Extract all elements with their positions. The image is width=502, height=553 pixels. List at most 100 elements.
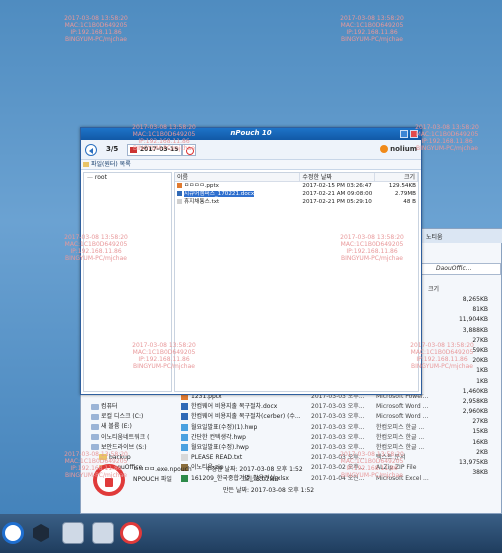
file-date: 2017-02-21 AM 09:08:00 bbox=[302, 191, 373, 197]
file-type: Microsoft Word ... bbox=[376, 413, 429, 421]
file-type: Microsoft Word ... bbox=[376, 403, 429, 411]
tree-label: backup bbox=[109, 453, 131, 461]
file-details-pane: ㅁㅁㅁㅁ.exe.npouch 수정한 날짜: 2017-03-08 오후 1:… bbox=[91, 462, 391, 512]
watermark: 2017-03-08 13:58:20 MAC:1C1B0D649205 IP:19… bbox=[41, 15, 151, 43]
file-row[interactable]: 월요일발표(수정).hwp 2017-03-03 오후... 한컴오피스 한글 ..… bbox=[181, 443, 501, 453]
txt-file-icon bbox=[181, 454, 188, 462]
size-cell: 27KB bbox=[472, 336, 488, 344]
file-row[interactable]: 간단한 컨텍생각.hwp 2017-03-03 오후... 한컴오피스 한글 ... bbox=[181, 433, 501, 443]
folder-path: 파일(원터) 목록 bbox=[81, 160, 421, 170]
file-row[interactable]: 휴지채통스.txt 2017-02-21 PM 05:29:10 48 B bbox=[175, 198, 418, 206]
file-row[interactable]: 한컴웨어 비용지출 복구절차.docx 2017-03-03 오후... Micro… bbox=[181, 402, 501, 412]
file-name: 한컴웨어 비용지출 복구절차(cerber) (수... bbox=[191, 413, 301, 421]
size-column-header[interactable]: 크기 bbox=[428, 284, 468, 293]
wm-host: BINGYUM-PC/mjchae bbox=[65, 36, 127, 43]
expiry-date-button[interactable]: 2017-03-15 bbox=[127, 144, 183, 156]
page-indicator: 3/5 bbox=[106, 145, 119, 153]
file-date: 2017-02-21 PM 05:29:10 bbox=[302, 199, 372, 205]
file-size: 2.79MB bbox=[394, 191, 416, 197]
window-title: nPouch 10 bbox=[230, 129, 272, 137]
tree-node-root[interactable]: root bbox=[84, 173, 171, 182]
wm-mac: MAC:1C1B0D649205 bbox=[340, 22, 404, 29]
file-name: PLEASE READ.txt bbox=[191, 454, 243, 462]
detail-modified: 수정한 날짜: 2017-03-08 오후 1:52 bbox=[206, 466, 303, 473]
app-cube-icon[interactable] bbox=[30, 522, 52, 544]
docx-file-icon bbox=[181, 403, 188, 411]
tree-label: 새 볼륨 (E:) bbox=[101, 423, 132, 431]
file-list-header: 이름 수정한 날짜 크기 bbox=[175, 173, 418, 182]
file-row[interactable]: 월요일발표(수정)(1).hwp 2017-03-03 오후... 한컴오피스 한글… bbox=[181, 423, 501, 433]
npouch-folder-tree: root bbox=[83, 172, 172, 392]
file-row-selected[interactable]: 시큐어캠퍼스_170221.docx 2017-02-21 AM 09:08:0… bbox=[175, 190, 418, 198]
taskbar bbox=[0, 514, 502, 553]
drive-icon bbox=[91, 413, 99, 420]
file-name: ㅁㅁㅁㅁ.pptx bbox=[184, 183, 219, 189]
docx-file-icon bbox=[181, 413, 188, 421]
watermark: 2017-03-08 13:58:20 MAC:1C1B0D649205 IP:19… bbox=[317, 15, 427, 43]
size-cell: 59KB bbox=[472, 346, 488, 354]
npouch-file-list: 이름 수정한 날짜 크기 ㅁㅁㅁㅁ.pptx 2017-02-15 PM 03:… bbox=[174, 172, 419, 392]
tree-label: 로컬 디스크 (C:) bbox=[101, 413, 144, 421]
wm-mac: MAC:1C1B0D649205 bbox=[64, 22, 128, 29]
folder-taskbar-icon[interactable] bbox=[92, 522, 114, 544]
size-cell: 1KB bbox=[476, 367, 488, 375]
size-cell: 20KB bbox=[472, 357, 488, 365]
wm-host: BINGYUM-PC/mjchae bbox=[341, 36, 403, 43]
column-size[interactable]: 크기 bbox=[375, 173, 418, 181]
file-date: 2017-03-03 오후... bbox=[311, 443, 365, 451]
size-cell: 3,888KB bbox=[462, 326, 488, 334]
wm-ip: IP:192.168.11.86 bbox=[346, 29, 398, 36]
column-name[interactable]: 이름 bbox=[175, 173, 301, 181]
file-size: 48 B bbox=[403, 199, 416, 205]
file-type: 한컴오피스 한글 ... bbox=[376, 433, 425, 441]
hwp-file-icon bbox=[181, 433, 188, 441]
file-name: 월요일발표(수정)(1).hwp bbox=[191, 423, 258, 431]
wm-time: 2017-03-08 13:58:20 bbox=[340, 15, 404, 22]
npouch-title-bar[interactable]: nPouch 10 bbox=[81, 128, 421, 140]
detail-created: 만든 날짜: 2017-03-08 오후 1:52 bbox=[223, 487, 315, 494]
hwp-file-icon bbox=[181, 423, 188, 431]
close-button[interactable] bbox=[410, 130, 418, 138]
npouch-file-icon bbox=[93, 464, 125, 496]
tree-label: 이노티움네트워크 ( bbox=[101, 433, 150, 441]
size-cell: 8,265KB bbox=[462, 296, 488, 303]
drive-icon bbox=[91, 444, 99, 451]
file-row[interactable]: 한컴웨어 비용지출 복구절차(cerber) (수... 2017-03-03 오… bbox=[181, 412, 501, 422]
tree-item-drive-c[interactable]: 로컬 디스크 (C:) bbox=[91, 412, 173, 422]
column-date[interactable]: 수정한 날짜 bbox=[300, 173, 375, 181]
size-cell: 1KB bbox=[476, 377, 488, 385]
back-arrow-icon[interactable] bbox=[85, 144, 97, 156]
docx-file-icon bbox=[177, 191, 182, 196]
file-name: 시큐어캠퍼스_170221.docx bbox=[184, 191, 255, 197]
tree-item-secure-drive[interactable]: 보안드라이브 (S:) bbox=[91, 443, 173, 453]
start-button-icon[interactable] bbox=[2, 522, 24, 544]
file-name: 간단한 컨텍생각.hwp bbox=[191, 433, 246, 441]
tree-item-network[interactable]: 이노티움네트워크 ( bbox=[91, 433, 173, 443]
tree-item-drive-e[interactable]: 새 볼륨 (E:) bbox=[91, 422, 173, 432]
file-type: 한컴오피스 한글 ... bbox=[376, 443, 425, 451]
detail-filename: ㅁㅁㅁㅁ.exe.npouch bbox=[133, 466, 192, 473]
tree-label: 보안드라이브 (S:) bbox=[101, 443, 147, 451]
tree-item-computer[interactable]: 컴퓨터 bbox=[91, 402, 173, 412]
file-name: 휴지채통스.txt bbox=[184, 199, 220, 205]
file-name: 한컴웨어 비용지출 복구절차.docx bbox=[191, 403, 278, 411]
size-cell: 11,904KB bbox=[458, 316, 488, 324]
detail-size: 크기: 8.07MB bbox=[241, 476, 279, 483]
file-size: 129.54KB bbox=[388, 183, 416, 189]
wm-ip: IP:192.168.11.86 bbox=[70, 29, 122, 36]
lock-icon[interactable] bbox=[182, 144, 196, 156]
npouch-taskbar-icon[interactable] bbox=[120, 522, 142, 544]
file-row[interactable]: ㅁㅁㅁㅁ.pptx 2017-02-15 PM 03:26:47 129.54K… bbox=[175, 182, 418, 190]
file-date: 2017-03-03 오후... bbox=[311, 423, 365, 431]
tree-label: 컴퓨터 bbox=[101, 403, 118, 410]
file-date: 2017-03-03 오후... bbox=[311, 433, 365, 441]
network-drive-icon bbox=[91, 434, 99, 441]
npouch-window: nPouch 10 3/5 2017-03-15 nolium 파일(원터) 목… bbox=[80, 127, 422, 395]
explorer-taskbar-icon[interactable] bbox=[62, 522, 84, 544]
file-name: 월요일발표(수정).hwp bbox=[191, 443, 249, 451]
hwp-file-icon bbox=[181, 443, 188, 451]
pptx-file-icon bbox=[177, 183, 182, 188]
minimize-button[interactable] bbox=[400, 130, 408, 138]
detail-kind: NPOUCH 파일 bbox=[133, 476, 172, 483]
explorer-title: 노티움 bbox=[426, 234, 443, 241]
